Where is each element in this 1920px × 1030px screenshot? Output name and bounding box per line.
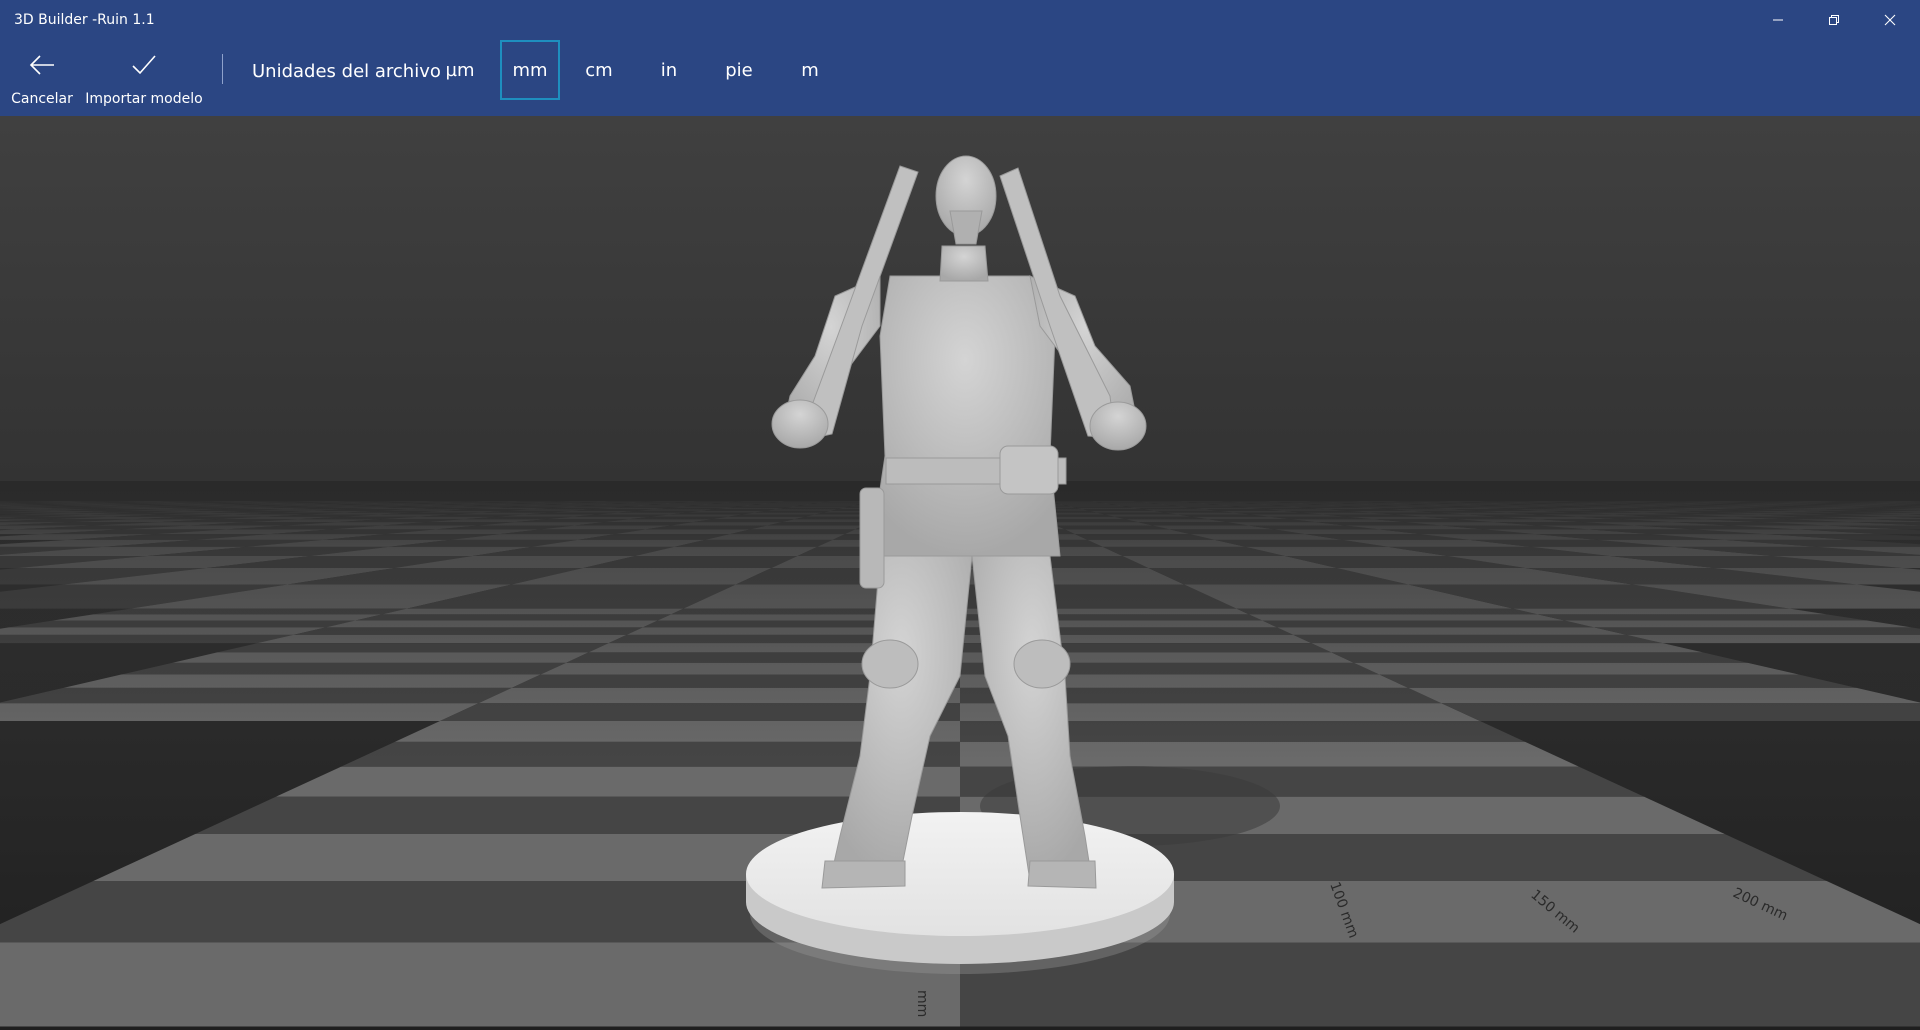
import-model-label: Importar modelo — [85, 91, 203, 107]
checkmark-icon — [132, 55, 156, 75]
unit-foot-button[interactable]: pie — [709, 40, 769, 100]
ruler-label-mm: mm — [914, 990, 930, 1017]
unit-centimeter-button[interactable]: cm — [569, 40, 629, 100]
import-model-button[interactable]: Importar modelo — [82, 40, 206, 116]
minimize-button[interactable] — [1750, 0, 1806, 40]
toolbar-divider — [222, 54, 223, 84]
restore-icon — [1829, 15, 1839, 25]
unit-inch-button[interactable]: in — [639, 40, 699, 100]
title-bar: 3D Builder -Ruin 1.1 — [0, 0, 1920, 40]
model-base — [746, 812, 1174, 974]
back-arrow-icon — [29, 55, 54, 75]
app-window: 3D Builder -Ruin 1.1 Cancelar Importar m… — [0, 0, 1920, 1030]
unit-micrometer-button[interactable]: µm — [430, 40, 490, 100]
unit-millimeter-button[interactable]: mm — [500, 40, 560, 100]
minimize-icon — [1773, 19, 1783, 21]
scene-canvas: mm 100 mm 150 mm 200 mm — [0, 116, 1920, 1030]
window-title: 3D Builder -Ruin 1.1 — [14, 12, 155, 28]
close-icon — [1884, 14, 1896, 26]
close-button[interactable] — [1862, 0, 1918, 40]
restore-button[interactable] — [1806, 0, 1862, 40]
unit-meter-button[interactable]: m — [780, 40, 840, 100]
command-bar: Cancelar Importar modelo Unidades del ar… — [0, 40, 1920, 116]
file-units-label: Unidades del archivo — [252, 61, 441, 82]
3d-viewport[interactable]: mm 100 mm 150 mm 200 mm — [0, 116, 1920, 1030]
cancel-button[interactable]: Cancelar — [6, 40, 78, 116]
cancel-label: Cancelar — [11, 91, 73, 107]
